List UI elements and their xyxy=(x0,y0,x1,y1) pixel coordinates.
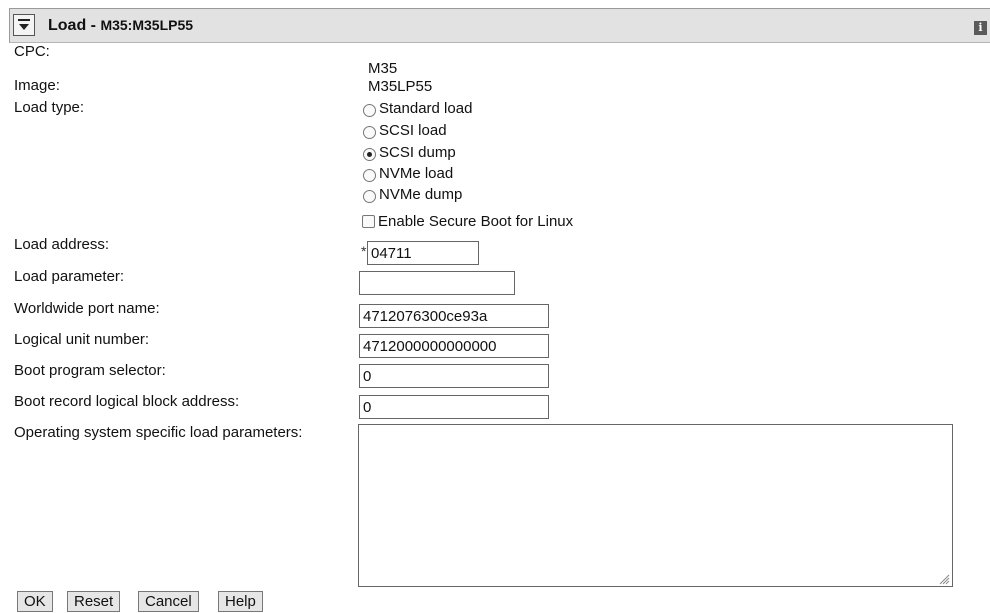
radio-nvme-load[interactable]: NVMe load xyxy=(363,161,453,183)
bps-input[interactable] xyxy=(359,364,549,388)
bps-label: Boot program selector: xyxy=(14,362,166,379)
radio-button[interactable] xyxy=(363,190,376,203)
radio-label: Standard load xyxy=(379,100,473,117)
secure-boot-label: Enable Secure Boot for Linux xyxy=(378,213,574,230)
cpc-value: M35 xyxy=(368,60,398,77)
brlba-input[interactable] xyxy=(359,395,549,419)
radio-scsi-dump[interactable]: SCSI dump xyxy=(363,140,456,162)
radio-button[interactable] xyxy=(363,104,376,117)
load-parameter-label: Load parameter: xyxy=(14,268,125,285)
radio-button[interactable] xyxy=(363,169,376,182)
os-params-label: Operating system specific load parameter… xyxy=(14,424,303,441)
image-value: M35LP55 xyxy=(368,78,433,95)
cancel-button[interactable]: Cancel xyxy=(138,591,199,612)
radio-nvme-dump[interactable]: NVMe dump xyxy=(363,182,462,204)
resize-grip-icon[interactable] xyxy=(938,573,950,585)
wwpn-label: Worldwide port name: xyxy=(14,300,160,317)
load-type-label: Load type: xyxy=(14,99,85,116)
title-text: Load - xyxy=(48,17,101,34)
title-subtitle: M35:M35LP55 xyxy=(100,17,194,33)
required-marker: * xyxy=(361,243,367,259)
radio-scsi-load[interactable]: SCSI load xyxy=(363,118,447,140)
radio-standard-load[interactable]: Standard load xyxy=(363,96,472,118)
page-title: Load - M35:M35LP55 xyxy=(48,17,193,35)
image-label: Image: xyxy=(14,77,60,94)
radio-label: NVMe dump xyxy=(379,186,463,203)
radio-button-selected[interactable] xyxy=(363,148,376,161)
radio-label: SCSI dump xyxy=(379,144,456,161)
load-address-input[interactable] xyxy=(367,241,479,265)
info-icon[interactable]: i xyxy=(974,21,987,35)
load-parameter-input[interactable] xyxy=(359,271,515,295)
cpc-label: CPC: xyxy=(14,43,50,60)
lun-label: Logical unit number: xyxy=(14,331,150,348)
help-button[interactable]: Help xyxy=(218,591,263,612)
secure-boot-option[interactable]: Enable Secure Boot for Linux xyxy=(362,213,573,230)
radio-label: NVMe load xyxy=(379,165,454,182)
chevron-down-icon[interactable] xyxy=(13,14,35,36)
secure-boot-checkbox[interactable] xyxy=(362,215,375,228)
reset-button[interactable]: Reset xyxy=(67,591,121,612)
brlba-label: Boot record logical block address: xyxy=(14,393,240,410)
os-params-textarea[interactable] xyxy=(358,424,953,587)
load-address-label: Load address: xyxy=(14,236,110,253)
title-bar: Load - M35:M35LP55 i xyxy=(9,8,990,43)
radio-label: SCSI load xyxy=(379,122,447,139)
wwpn-input[interactable] xyxy=(359,304,549,328)
lun-input[interactable] xyxy=(359,334,549,358)
radio-button[interactable] xyxy=(363,126,376,139)
ok-button[interactable]: OK xyxy=(17,591,53,612)
